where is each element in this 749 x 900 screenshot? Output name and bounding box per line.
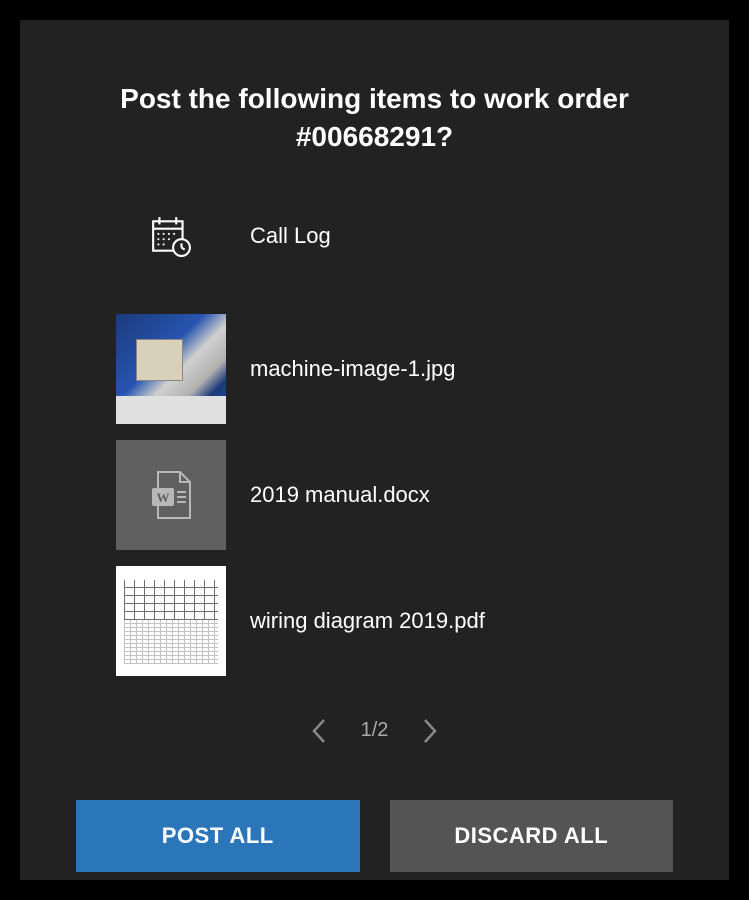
item-row-call-log[interactable]: Call Log	[116, 206, 673, 266]
chevron-left-icon	[311, 718, 327, 744]
modal-title: Post the following items to work order #…	[76, 80, 673, 156]
item-label: wiring diagram 2019.pdf	[250, 608, 485, 634]
item-label: machine-image-1.jpg	[250, 356, 455, 382]
calendar-clock-icon	[150, 215, 192, 257]
svg-text:W: W	[157, 490, 170, 505]
previous-page-button[interactable]	[305, 712, 333, 750]
chevron-right-icon	[422, 718, 438, 744]
button-row: POST ALL DISCARD ALL	[76, 800, 673, 872]
item-row-manual-doc[interactable]: W 2019 manual.docx	[116, 440, 673, 550]
document-thumbnail: W	[116, 440, 226, 550]
call-log-thumbnail	[116, 206, 226, 266]
item-row-machine-image[interactable]: machine-image-1.jpg	[116, 314, 673, 424]
word-doc-icon: W	[150, 470, 192, 520]
pdf-thumbnail	[116, 566, 226, 676]
pagination: 1/2	[76, 712, 673, 750]
image-thumbnail	[116, 314, 226, 424]
item-row-wiring-diagram[interactable]: wiring diagram 2019.pdf	[116, 566, 673, 676]
post-all-button[interactable]: POST ALL	[76, 800, 360, 872]
item-label: 2019 manual.docx	[250, 482, 430, 508]
discard-all-button[interactable]: DISCARD ALL	[390, 800, 674, 872]
item-label: Call Log	[250, 223, 331, 249]
title-line-2: #00668291?	[296, 121, 453, 152]
post-items-modal: Post the following items to work order #…	[20, 20, 729, 880]
page-indicator: 1/2	[361, 719, 389, 742]
title-line-1: Post the following items to work order	[120, 83, 629, 114]
next-page-button[interactable]	[416, 712, 444, 750]
items-list: Call Log machine-image-1.jpg W 2019 manu…	[76, 206, 673, 692]
